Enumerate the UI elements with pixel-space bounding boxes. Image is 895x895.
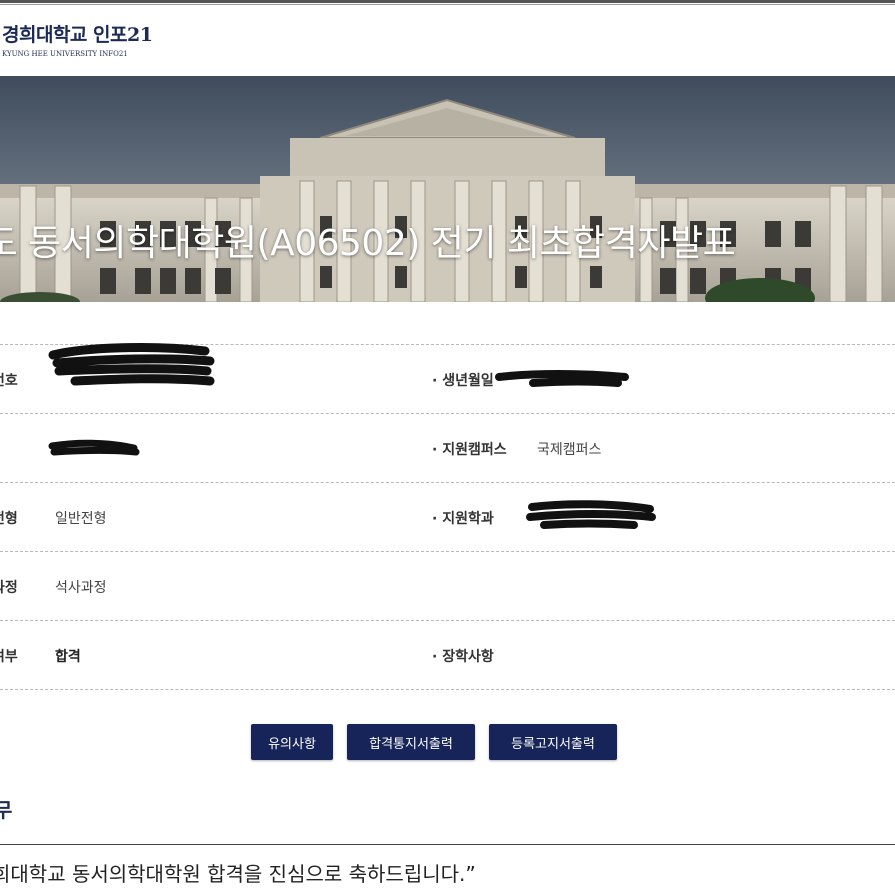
notice-button[interactable]: 유의사항 — [251, 724, 333, 760]
course-label: 과정 — [0, 580, 18, 596]
banner-title: 년도 동서의학대학원(A06502) 전기 최초합격자발표 — [0, 223, 736, 264]
print-acceptance-letter-button[interactable]: 합격통지서출력 — [347, 724, 475, 760]
logo-subtitle: KYUNG HEE UNIVERSITY INFO21 — [2, 50, 128, 58]
divider — [0, 844, 895, 845]
campus-label: · 지원캠퍼스 — [432, 442, 507, 458]
page-frame: 경희대학교 인포21 KYUNG HEE UNIVERSITY INFO21 년… — [0, 0, 895, 895]
result-section-title: 무 — [0, 798, 13, 822]
result-value: 합격 — [55, 649, 81, 665]
redaction-mark — [48, 343, 215, 386]
admission-type-value: 일반전형 — [55, 511, 107, 527]
course-value: 석사과정 — [55, 580, 107, 596]
scholarship-label: · 장학사항 — [432, 649, 494, 665]
top-border — [0, 0, 895, 3]
logo-title: 경희대학교 인포21 — [2, 24, 153, 46]
redaction-mark — [526, 500, 656, 529]
applicant-number-label: 번호 — [0, 373, 18, 389]
birthdate-label: · 생년월일 — [432, 373, 494, 389]
redaction-mark — [48, 439, 140, 456]
department-label: · 지원학과 — [432, 511, 494, 527]
banner: 년도 동서의학대학원(A06502) 전기 최초합격자발표 — [0, 76, 895, 302]
congratulations-message: 희대학교 동서의학대학원 합격을 진심으로 축하드립니다.” — [0, 862, 476, 886]
applicant-info-table: 번호 · 생년월일 · 지원캠퍼스 국제캠퍼스 전형 일반전형 · 지원학과 — [0, 343, 895, 690]
info-row-course: 과정 석사과정 — [0, 551, 895, 620]
top-border-line — [0, 4, 895, 5]
result-label: 여부 — [0, 649, 18, 665]
info-row-applicant-number: 번호 · 생년월일 — [0, 343, 895, 413]
info-row-name: · 지원캠퍼스 국제캠퍼스 — [0, 413, 895, 482]
redaction-mark — [495, 370, 629, 387]
action-buttons: 유의사항 합격통지서출력 등록고지서출력 — [0, 724, 895, 760]
info-row-result: 여부 합격 · 장학사항 — [0, 620, 895, 690]
print-registration-notice-button[interactable]: 등록고지서출력 — [489, 724, 617, 760]
admission-type-label: 전형 — [0, 511, 18, 527]
campus-value: 국제캠퍼스 — [537, 442, 602, 458]
info-row-admission-type: 전형 일반전형 · 지원학과 — [0, 482, 895, 551]
university-logo[interactable]: 경희대학교 인포21 KYUNG HEE UNIVERSITY INFO21 — [2, 20, 153, 58]
building-illustration — [0, 76, 895, 302]
